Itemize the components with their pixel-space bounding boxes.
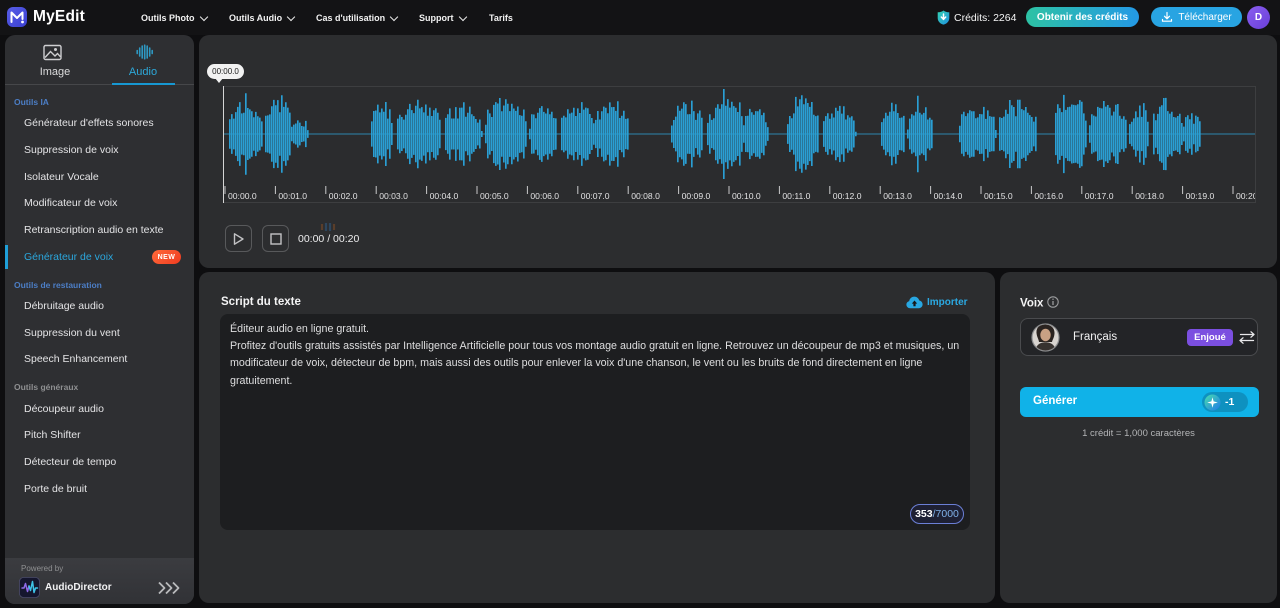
- svg-text:00:19.0: 00:19.0: [1186, 191, 1215, 201]
- svg-text:00:03.0: 00:03.0: [379, 191, 408, 201]
- svg-text:00:09.0: 00:09.0: [682, 191, 711, 201]
- svg-text:00:13.0: 00:13.0: [883, 191, 912, 201]
- svg-text:00:02.0: 00:02.0: [329, 191, 358, 201]
- svg-text:00:15.0: 00:15.0: [984, 191, 1013, 201]
- svg-text:00:17.0: 00:17.0: [1085, 191, 1114, 201]
- svg-text:00:00.0: 00:00.0: [228, 191, 257, 201]
- svg-text:00:20.: 00:20.: [1236, 191, 1255, 201]
- svg-text:00:10.0: 00:10.0: [732, 191, 761, 201]
- svg-text:00:11.0: 00:11.0: [782, 191, 810, 201]
- svg-text:00:04.0: 00:04.0: [430, 191, 459, 201]
- svg-text:00:07.0: 00:07.0: [581, 191, 610, 201]
- svg-text:00:12.0: 00:12.0: [833, 191, 862, 201]
- svg-text:00:05.0: 00:05.0: [480, 191, 509, 201]
- svg-text:00:06.0: 00:06.0: [530, 191, 559, 201]
- svg-text:00:14.0: 00:14.0: [934, 191, 963, 201]
- svg-text:00:08.0: 00:08.0: [631, 191, 660, 201]
- svg-text:00:16.0: 00:16.0: [1034, 191, 1063, 201]
- svg-text:00:18.0: 00:18.0: [1135, 191, 1164, 201]
- svg-text:00:01.0: 00:01.0: [278, 191, 307, 201]
